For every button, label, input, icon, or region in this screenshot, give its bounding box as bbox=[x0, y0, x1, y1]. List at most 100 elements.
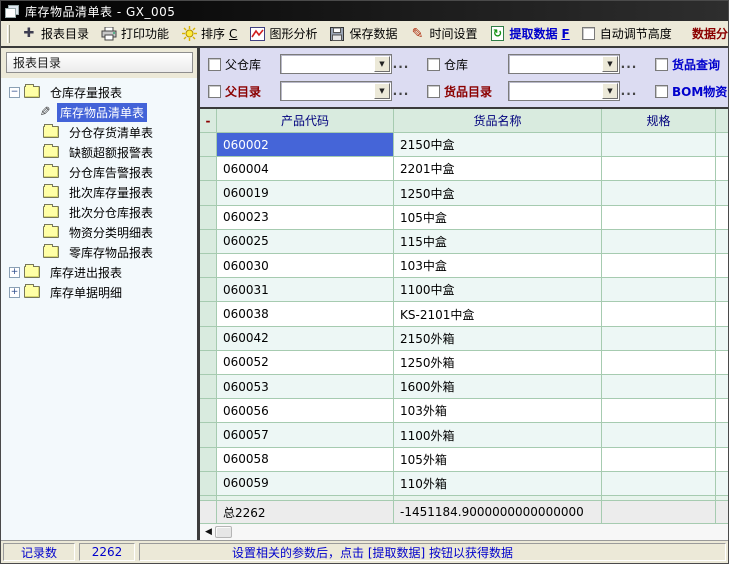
cell-goods-name[interactable]: 103中盒 bbox=[394, 254, 602, 278]
cell-product-code[interactable]: 060058 bbox=[217, 448, 394, 472]
save-data-button[interactable]: 保存数据 bbox=[323, 23, 403, 44]
chevron-down-icon[interactable]: ▼ bbox=[602, 83, 618, 99]
tree-item[interactable]: 批次分仓库报表 bbox=[1, 202, 197, 222]
cell-goods-name[interactable]: 1250中盒 bbox=[394, 181, 602, 205]
cell-spec[interactable] bbox=[602, 472, 716, 496]
cell-spec[interactable] bbox=[602, 302, 716, 326]
cell-product-code[interactable]: 060025 bbox=[217, 230, 394, 254]
row-indicator[interactable] bbox=[200, 133, 217, 157]
cell-product-code[interactable]: 060056 bbox=[217, 399, 394, 423]
auto-height-checkbox[interactable] bbox=[582, 27, 595, 40]
cell-goods-name[interactable]: 105中盒 bbox=[394, 206, 602, 230]
tree-item[interactable]: +库存单据明细 bbox=[1, 282, 197, 302]
cell-product-code[interactable]: 060023 bbox=[217, 206, 394, 230]
cell-spec[interactable] bbox=[602, 230, 716, 254]
tree-item[interactable]: +库存进出报表 bbox=[1, 262, 197, 282]
row-indicator[interactable] bbox=[200, 399, 217, 423]
cell-spec[interactable] bbox=[602, 278, 716, 302]
tree-item[interactable]: 批次库存量报表 bbox=[1, 182, 197, 202]
tree-item[interactable]: ✎库存物品清单表 bbox=[1, 102, 197, 122]
cell-spec[interactable] bbox=[602, 133, 716, 157]
cell-spec[interactable] bbox=[602, 206, 716, 230]
cell-product-code[interactable]: 060019 bbox=[217, 181, 394, 205]
cell-spec[interactable] bbox=[602, 423, 716, 447]
bom-checkbox[interactable] bbox=[655, 85, 668, 98]
cell-spec[interactable] bbox=[602, 157, 716, 181]
cell-goods-name[interactable]: 2201中盒 bbox=[394, 157, 602, 181]
sort-button[interactable]: 排序C bbox=[175, 23, 243, 44]
parent-warehouse-browse-button[interactable]: ... bbox=[392, 57, 410, 71]
chart-analysis-button[interactable]: 图形分析 bbox=[243, 23, 323, 44]
time-settings-button[interactable]: ✎ 时间设置 bbox=[403, 23, 483, 44]
goods-catalog-checkbox[interactable] bbox=[427, 85, 440, 98]
parent-catalog-browse-button[interactable]: ... bbox=[392, 84, 410, 98]
tree-item[interactable]: 分仓库告警报表 bbox=[1, 162, 197, 182]
cell-spec[interactable] bbox=[602, 375, 716, 399]
chevron-down-icon[interactable]: ▼ bbox=[602, 56, 618, 72]
row-indicator[interactable] bbox=[200, 375, 217, 399]
cell-goods-name[interactable]: 2150外箱 bbox=[394, 327, 602, 351]
cell-product-code[interactable]: 060002 bbox=[217, 133, 394, 157]
cell-goods-name[interactable]: 1100中盒 bbox=[394, 278, 602, 302]
goods-catalog-browse-button[interactable]: ... bbox=[620, 84, 638, 98]
row-indicator[interactable] bbox=[200, 423, 217, 447]
cell-spec[interactable] bbox=[602, 181, 716, 205]
row-indicator[interactable] bbox=[200, 254, 217, 278]
extract-data-button[interactable]: ↻ 提取数据F bbox=[483, 23, 575, 44]
cell-spec[interactable] bbox=[602, 254, 716, 278]
cell-goods-name[interactable]: 2150中盒 bbox=[394, 133, 602, 157]
cell-goods-name[interactable]: 1250外箱 bbox=[394, 351, 602, 375]
column-header-spec[interactable]: 规格 bbox=[602, 109, 716, 133]
cell-spec[interactable] bbox=[602, 399, 716, 423]
cell-goods-name[interactable]: KS-2101中盒 bbox=[394, 302, 602, 326]
expand-icon[interactable]: + bbox=[9, 267, 20, 278]
cell-product-code[interactable]: 060042 bbox=[217, 327, 394, 351]
row-indicator[interactable] bbox=[200, 181, 217, 205]
tree-item[interactable]: 分仓存货清单表 bbox=[1, 122, 197, 142]
chevron-down-icon[interactable]: ▼ bbox=[374, 56, 390, 72]
parent-catalog-select[interactable]: ▼ bbox=[280, 81, 392, 101]
cell-goods-name[interactable]: 105外箱 bbox=[394, 448, 602, 472]
cell-spec[interactable] bbox=[602, 327, 716, 351]
tree-item[interactable]: 零库存物品报表 bbox=[1, 242, 197, 262]
parent-warehouse-checkbox[interactable] bbox=[208, 58, 221, 71]
column-header-product-code[interactable]: 产品代码 bbox=[217, 109, 394, 133]
parent-catalog-checkbox[interactable] bbox=[208, 85, 221, 98]
warehouse-browse-button[interactable]: ... bbox=[620, 57, 638, 71]
tree-item[interactable]: −仓库存量报表 bbox=[1, 82, 197, 102]
scroll-left-icon[interactable]: ◀ bbox=[205, 528, 212, 537]
tree-item[interactable]: 物资分类明细表 bbox=[1, 222, 197, 242]
cell-product-code[interactable]: 060038 bbox=[217, 302, 394, 326]
cell-goods-name[interactable]: 103外箱 bbox=[394, 399, 602, 423]
row-indicator[interactable] bbox=[200, 327, 217, 351]
goods-query-checkbox[interactable] bbox=[655, 58, 668, 71]
row-indicator[interactable] bbox=[200, 206, 217, 230]
row-indicator[interactable] bbox=[200, 157, 217, 181]
data-analysis-link[interactable]: 数据分析 bbox=[692, 25, 728, 42]
parent-warehouse-select[interactable]: ▼ bbox=[280, 54, 392, 74]
cell-product-code[interactable]: 060057 bbox=[217, 423, 394, 447]
horizontal-scrollbar[interactable]: ◀ bbox=[200, 524, 728, 540]
cell-goods-name[interactable]: 115中盒 bbox=[394, 230, 602, 254]
row-indicator[interactable] bbox=[200, 302, 217, 326]
row-indicator[interactable] bbox=[200, 472, 217, 496]
scrollbar-thumb[interactable] bbox=[215, 526, 232, 538]
cell-goods-name[interactable]: 1600外箱 bbox=[394, 375, 602, 399]
tree-item[interactable]: 缺额超额报警表 bbox=[1, 142, 197, 162]
cell-product-code[interactable]: 060031 bbox=[217, 278, 394, 302]
cell-product-code[interactable]: 060052 bbox=[217, 351, 394, 375]
expand-icon[interactable]: + bbox=[9, 287, 20, 298]
cell-spec[interactable] bbox=[602, 448, 716, 472]
collapse-icon[interactable]: − bbox=[9, 87, 20, 98]
table-corner-header[interactable]: - bbox=[200, 109, 217, 133]
report-catalog-button[interactable]: ✚ 报表目录 bbox=[15, 23, 95, 44]
auto-height-toggle[interactable]: 自动调节高度 bbox=[582, 25, 672, 42]
row-indicator[interactable] bbox=[200, 278, 217, 302]
column-header-goods-name[interactable]: 货品名称 bbox=[394, 109, 602, 133]
print-button[interactable]: 打印功能 bbox=[95, 23, 175, 44]
goods-catalog-select[interactable]: ▼ bbox=[508, 81, 620, 101]
row-indicator[interactable] bbox=[200, 230, 217, 254]
cell-goods-name[interactable]: 1100外箱 bbox=[394, 423, 602, 447]
warehouse-checkbox[interactable] bbox=[427, 58, 440, 71]
cell-product-code[interactable]: 060004 bbox=[217, 157, 394, 181]
